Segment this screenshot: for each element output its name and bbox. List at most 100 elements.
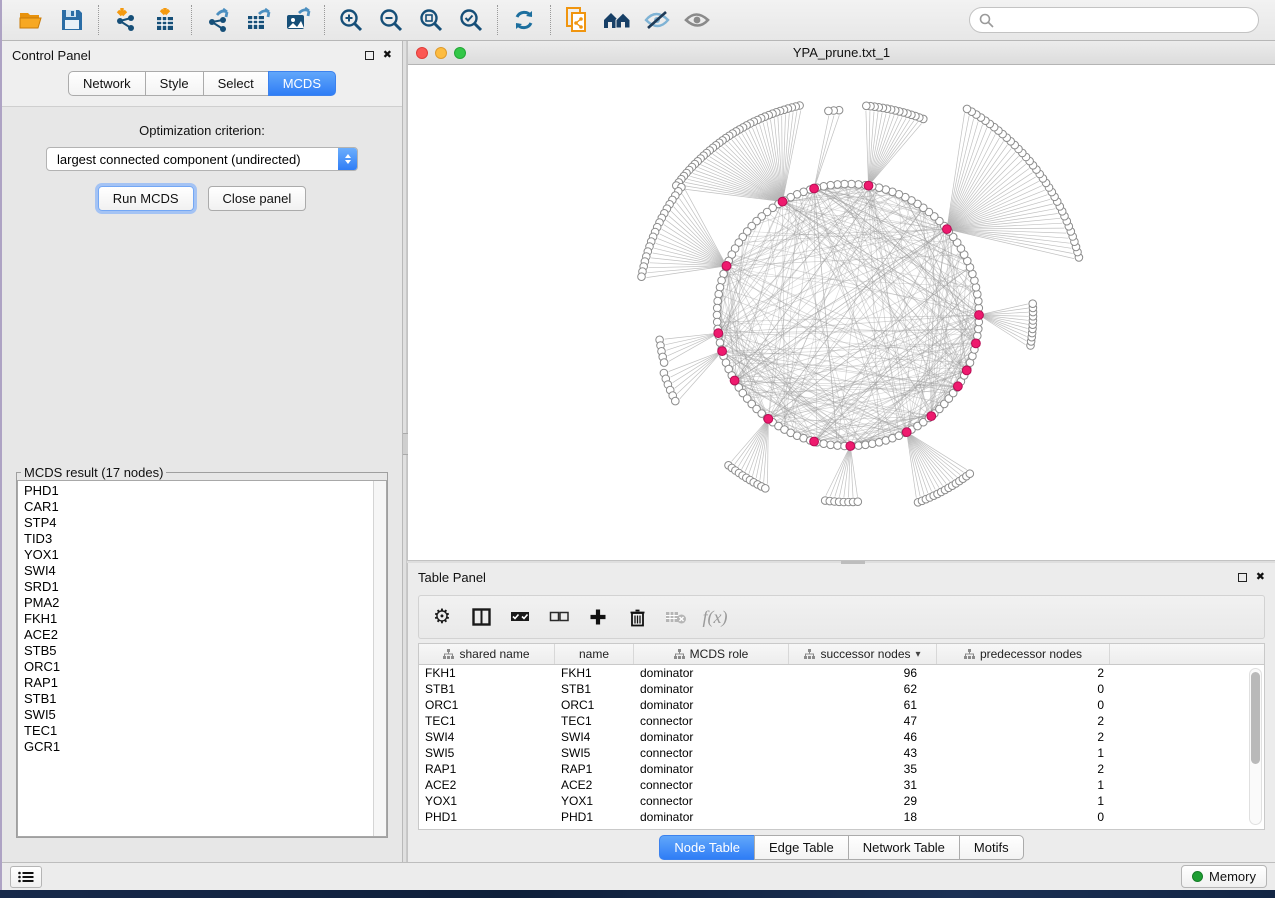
cell-shared-name[interactable]: ORC1 xyxy=(419,698,555,712)
cell-predecessor-nodes[interactable]: 1 xyxy=(937,778,1110,792)
column-header-successor-nodes[interactable]: successor nodes▾ xyxy=(789,644,937,664)
column-header-predecessor-nodes[interactable]: predecessor nodes xyxy=(937,644,1110,664)
import-network-button[interactable] xyxy=(105,3,145,37)
mcds-result-item[interactable]: YOX1 xyxy=(24,547,367,563)
delete-column-button[interactable] xyxy=(622,601,652,633)
cell-mcds-role[interactable]: connector xyxy=(634,714,789,728)
cell-successor-nodes[interactable]: 18 xyxy=(789,810,937,824)
close-panel-icon[interactable]: ✖ xyxy=(383,50,392,61)
cell-predecessor-nodes[interactable]: 2 xyxy=(937,762,1110,776)
delete-table-button[interactable] xyxy=(661,601,691,633)
table-row[interactable]: SWI4SWI4dominator462 xyxy=(419,729,1264,745)
mcds-result-item[interactable]: SWI4 xyxy=(24,563,367,579)
cell-successor-nodes[interactable]: 47 xyxy=(789,714,937,728)
export-table-button[interactable] xyxy=(238,3,278,37)
table-row[interactable]: YOX1YOX1connector291 xyxy=(419,793,1264,809)
cell-mcds-role[interactable]: connector xyxy=(634,778,789,792)
refresh-layout-button[interactable] xyxy=(504,3,544,37)
hide-selected-button[interactable] xyxy=(637,3,677,37)
mcds-list-scrollbar[interactable] xyxy=(373,481,386,836)
cell-successor-nodes[interactable]: 35 xyxy=(789,762,937,776)
column-header-name[interactable]: name xyxy=(555,644,634,664)
memory-button[interactable]: Memory xyxy=(1181,865,1267,888)
clone-network-button[interactable] xyxy=(557,3,597,37)
export-network-button[interactable] xyxy=(198,3,238,37)
mcds-result-item[interactable]: ORC1 xyxy=(24,659,367,675)
close-panel-button[interactable]: Close panel xyxy=(208,186,307,211)
mcds-result-item[interactable]: FKH1 xyxy=(24,611,367,627)
cell-name[interactable]: PHD1 xyxy=(555,810,634,824)
cell-name[interactable]: FKH1 xyxy=(555,666,634,680)
mcds-result-item[interactable]: SRD1 xyxy=(24,579,367,595)
select-all-columns-button[interactable] xyxy=(505,601,535,633)
cell-shared-name[interactable]: SWI5 xyxy=(419,746,555,760)
criterion-select[interactable]: largest connected component (undirected) xyxy=(46,147,358,171)
mcds-result-item[interactable]: STB5 xyxy=(24,643,367,659)
tab-style[interactable]: Style xyxy=(145,71,204,96)
mcds-result-item[interactable]: STB1 xyxy=(24,691,367,707)
export-image-button[interactable] xyxy=(278,3,318,37)
cell-predecessor-nodes[interactable]: 2 xyxy=(937,666,1110,680)
mcds-result-item[interactable]: PHD1 xyxy=(24,483,367,499)
table-row[interactable]: RAP1RAP1dominator352 xyxy=(419,761,1264,777)
cell-successor-nodes[interactable]: 62 xyxy=(789,682,937,696)
cell-name[interactable]: ORC1 xyxy=(555,698,634,712)
mcds-result-item[interactable]: TEC1 xyxy=(24,723,367,739)
table-tab-motifs[interactable]: Motifs xyxy=(959,835,1024,860)
open-file-button[interactable] xyxy=(12,3,52,37)
table-tab-network-table[interactable]: Network Table xyxy=(848,835,960,860)
cell-predecessor-nodes[interactable]: 1 xyxy=(937,794,1110,808)
cell-shared-name[interactable]: STB1 xyxy=(419,682,555,696)
table-scrollbar[interactable] xyxy=(1249,668,1262,825)
zoom-selected-button[interactable] xyxy=(451,3,491,37)
cell-shared-name[interactable]: RAP1 xyxy=(419,762,555,776)
table-settings-button[interactable]: ⚙ xyxy=(427,601,457,633)
table-tab-edge-table[interactable]: Edge Table xyxy=(754,835,849,860)
cell-mcds-role[interactable]: dominator xyxy=(634,762,789,776)
save-session-button[interactable] xyxy=(52,3,92,37)
mcds-result-item[interactable]: SWI5 xyxy=(24,707,367,723)
mcds-result-item[interactable]: RAP1 xyxy=(24,675,367,691)
table-row[interactable]: STB1STB1dominator620 xyxy=(419,681,1264,697)
cell-mcds-role[interactable]: dominator xyxy=(634,810,789,824)
cell-mcds-role[interactable]: connector xyxy=(634,746,789,760)
mcds-result-item[interactable]: TID3 xyxy=(24,531,367,547)
float-table-panel-icon[interactable] xyxy=(1238,573,1247,582)
cell-shared-name[interactable]: FKH1 xyxy=(419,666,555,680)
search-box[interactable] xyxy=(969,7,1259,33)
table-row[interactable]: ACE2ACE2connector311 xyxy=(419,777,1264,793)
show-hidden-button[interactable] xyxy=(677,3,717,37)
cell-predecessor-nodes[interactable]: 0 xyxy=(937,682,1110,696)
network-window-titlebar[interactable]: YPA_prune.txt_1 xyxy=(408,41,1275,65)
cell-predecessor-nodes[interactable]: 2 xyxy=(937,730,1110,744)
table-row[interactable]: FKH1FKH1dominator962 xyxy=(419,665,1264,681)
deselect-all-columns-button[interactable] xyxy=(544,601,574,633)
mcds-result-item[interactable]: PMA2 xyxy=(24,595,367,611)
cell-name[interactable]: RAP1 xyxy=(555,762,634,776)
cell-shared-name[interactable]: SWI4 xyxy=(419,730,555,744)
task-history-button[interactable] xyxy=(10,866,42,888)
network-canvas[interactable] xyxy=(408,65,1275,560)
cell-name[interactable]: ACE2 xyxy=(555,778,634,792)
cell-successor-nodes[interactable]: 46 xyxy=(789,730,937,744)
table-tab-node-table[interactable]: Node Table xyxy=(659,835,755,860)
cell-mcds-role[interactable]: connector xyxy=(634,794,789,808)
cell-predecessor-nodes[interactable]: 0 xyxy=(937,810,1110,824)
table-splitter[interactable] xyxy=(407,560,1275,563)
close-table-panel-icon[interactable]: ✖ xyxy=(1256,572,1265,583)
mcds-result-item[interactable]: STP4 xyxy=(24,515,367,531)
cell-shared-name[interactable]: PHD1 xyxy=(419,810,555,824)
column-header-mcds-role[interactable]: MCDS role xyxy=(634,644,789,664)
cell-mcds-role[interactable]: dominator xyxy=(634,666,789,680)
column-header-shared-name[interactable]: shared name xyxy=(419,644,555,664)
tab-select[interactable]: Select xyxy=(203,71,269,96)
zoom-fit-button[interactable] xyxy=(411,3,451,37)
cell-predecessor-nodes[interactable]: 1 xyxy=(937,746,1110,760)
cell-name[interactable]: SWI5 xyxy=(555,746,634,760)
run-mcds-button[interactable]: Run MCDS xyxy=(98,186,194,211)
home-button[interactable] xyxy=(597,3,637,37)
search-input[interactable] xyxy=(1000,13,1249,28)
table-splitter-grip[interactable] xyxy=(841,561,865,564)
show-columns-button[interactable] xyxy=(466,601,496,633)
float-panel-icon[interactable] xyxy=(365,51,374,60)
